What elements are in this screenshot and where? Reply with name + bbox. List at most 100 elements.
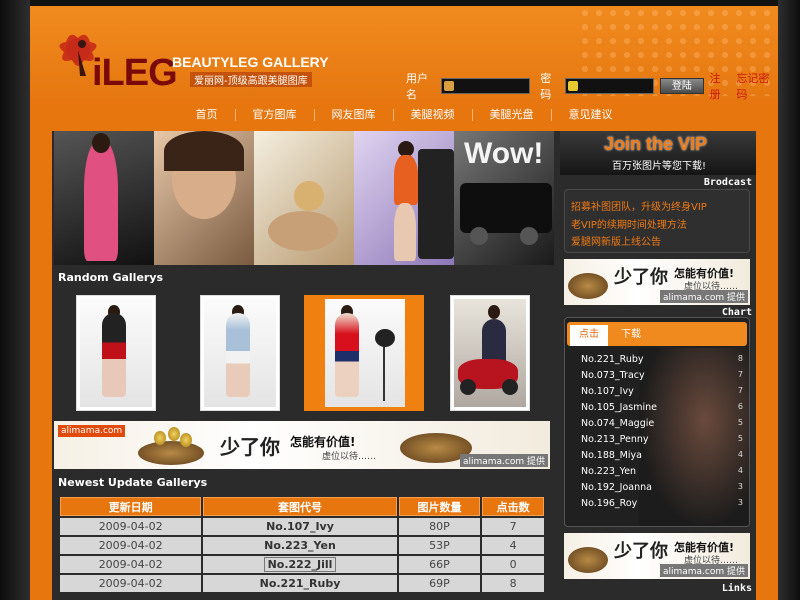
ranking-name[interactable]: No.105_Jasmine bbox=[581, 402, 657, 413]
gallery-code-link[interactable]: No.222_Jill bbox=[263, 557, 337, 572]
ranking-name[interactable]: No.073_Tracy bbox=[581, 370, 645, 381]
newest-galleries-title: Newest Update Gallerys bbox=[58, 476, 208, 489]
ranking-row[interactable]: No.223_Yen 4 bbox=[581, 466, 743, 477]
ranking-row[interactable]: No.188_Miya 4 bbox=[581, 450, 743, 461]
table-row[interactable]: 2009-04-02 No.107_Ivy 80P 7 bbox=[60, 518, 544, 535]
tab-downloads[interactable]: 下载 bbox=[611, 324, 651, 346]
gallery-thumbnail[interactable] bbox=[76, 295, 156, 411]
ranking-name[interactable]: No.221_Ruby bbox=[581, 354, 644, 365]
tab-clicks[interactable]: 点击 bbox=[569, 324, 609, 346]
banner-photo bbox=[254, 131, 354, 265]
table-row[interactable]: 2009-04-02 No.223_Yen 53P 4 bbox=[60, 537, 544, 554]
ranking-value: 6 bbox=[737, 402, 743, 411]
ranking-row[interactable]: No.221_Ruby 8 bbox=[581, 354, 743, 365]
login-button[interactable]: 登陆 bbox=[660, 78, 704, 94]
site-title: BEAUTYLEG GALLERY bbox=[172, 54, 329, 70]
login-form: 用户名 密码 登陆 注册 忘记密码 bbox=[406, 72, 778, 101]
newest-galleries-table: 更新日期 套图代号 图片数量 点击数 2009-04-02 No.107_Ivy… bbox=[58, 495, 546, 594]
nav-discs[interactable]: 美腿光盘 bbox=[473, 109, 552, 121]
ranking-value: 3 bbox=[737, 482, 743, 491]
ad-provider: alimama.com 提供 bbox=[459, 454, 548, 467]
ranking-row[interactable]: No.196_Roy 3 bbox=[581, 498, 743, 509]
column-header: 图片数量 bbox=[398, 497, 481, 516]
header: iLEG BEAUTYLEG GALLERY 爱丽网-顶级高跟美腿图库 用户名 … bbox=[30, 6, 778, 101]
username-label: 用户名 bbox=[406, 72, 428, 101]
broadcast-item[interactable]: 爱腿网新版上线公告 bbox=[571, 233, 661, 248]
cell-photo-count: 66P bbox=[398, 556, 481, 573]
ranking-value: 8 bbox=[737, 354, 743, 363]
broadcast-item[interactable]: 招募补图团队，升级为终身VIP bbox=[571, 198, 707, 213]
key-icon bbox=[568, 81, 579, 91]
cell-gallery-code[interactable]: No.107_Ivy bbox=[203, 518, 397, 535]
register-link[interactable]: 注册 bbox=[710, 70, 731, 102]
cell-gallery-code[interactable]: No.223_Yen bbox=[203, 537, 397, 554]
password-input[interactable] bbox=[565, 78, 655, 94]
gallery-thumbnail-selected[interactable] bbox=[304, 295, 424, 411]
cell-clicks: 7 bbox=[482, 518, 544, 535]
user-icon bbox=[444, 81, 455, 91]
gallery-thumbnail[interactable] bbox=[200, 295, 280, 411]
username-input[interactable] bbox=[441, 78, 531, 94]
column-header: 更新日期 bbox=[60, 497, 202, 516]
page-left-margin bbox=[0, 0, 30, 600]
main-nav: 首页 官方图库 网友图库 美腿视频 美腿光盘 意见建议 bbox=[30, 101, 778, 129]
ranking-row[interactable]: No.107_Ivy 7 bbox=[581, 386, 743, 397]
cell-clicks: 8 bbox=[482, 575, 544, 592]
ranking-name[interactable]: No.107_Ivy bbox=[581, 386, 634, 397]
ranking-name[interactable]: No.188_Miya bbox=[581, 450, 642, 461]
ranking-row[interactable]: No.073_Tracy 7 bbox=[581, 370, 743, 381]
content-area: Wow! Random Gallerys alimama.com 少了你 怎能有… bbox=[52, 131, 756, 600]
cell-date: 2009-04-02 bbox=[60, 556, 202, 573]
table-row[interactable]: 2009-04-02 No.222_Jill 66P 0 bbox=[60, 556, 544, 573]
join-vip-banner[interactable]: Join the VIP 百万张图片等您下载! bbox=[560, 131, 756, 175]
sidebar-ad[interactable]: 少了你 怎能有价值! 虚位以待…… alimama.com 提供 bbox=[564, 259, 750, 305]
vip-subtitle: 百万张图片等您下载! bbox=[612, 161, 707, 172]
site-slogan: 爱丽网-顶级高跟美腿图库 bbox=[190, 72, 312, 87]
cell-gallery-code[interactable]: No.221_Ruby bbox=[203, 575, 397, 592]
page-right-margin bbox=[778, 0, 800, 600]
ranking-row[interactable]: No.105_Jasmine 6 bbox=[581, 402, 743, 413]
page: iLEG BEAUTYLEG GALLERY 爱丽网-顶级高跟美腿图库 用户名 … bbox=[30, 6, 778, 600]
ad-provider: alimama.com 提供 bbox=[659, 564, 748, 577]
nav-feedback[interactable]: 意见建议 bbox=[552, 109, 630, 121]
nav-videos[interactable]: 美腿视频 bbox=[394, 109, 473, 121]
nav-home[interactable]: 首页 bbox=[179, 109, 236, 121]
cell-gallery-code[interactable]: No.222_Jill bbox=[203, 556, 397, 573]
ranking-value: 5 bbox=[737, 418, 743, 427]
ad-subline: 怎能有价值! bbox=[290, 435, 356, 449]
nav-official-gallery[interactable]: 官方图库 bbox=[236, 109, 315, 121]
banner-photo bbox=[54, 131, 154, 265]
ranking-value: 7 bbox=[737, 370, 743, 379]
ranking-name[interactable]: No.223_Yen bbox=[581, 466, 636, 477]
sidebar: Join the VIP 百万张图片等您下载! Brodcast 招募补图团队，… bbox=[560, 131, 756, 600]
alimama-banner-ad[interactable]: alimama.com 少了你 怎能有价值! 虚位以待…… alimama.co… bbox=[54, 421, 550, 469]
ranking-row[interactable]: No.213_Penny 5 bbox=[581, 434, 743, 445]
photo-banner[interactable]: Wow! bbox=[54, 131, 554, 265]
ranking-row[interactable]: No.192_Joanna 3 bbox=[581, 482, 743, 493]
random-galleries-title: Random Gallerys bbox=[58, 271, 164, 284]
ranking-name[interactable]: No.192_Joanna bbox=[581, 482, 652, 493]
logo-text: iLEG bbox=[92, 52, 178, 94]
column-header: 点击数 bbox=[482, 497, 544, 516]
table-row[interactable]: 2009-04-02 No.221_Ruby 69P 8 bbox=[60, 575, 544, 592]
gallery-thumbnail[interactable] bbox=[450, 295, 530, 411]
forgot-password-link[interactable]: 忘记密码 bbox=[736, 70, 778, 102]
broadcast-item[interactable]: 老VIP的续期时间处理方法 bbox=[571, 216, 687, 231]
ranking-name[interactable]: No.074_Maggie bbox=[581, 418, 654, 429]
vip-title: Join the VIP bbox=[604, 134, 708, 154]
broadcast-box: 招募补图团队，升级为终身VIP 老VIP的续期时间处理方法 爱腿网新版上线公告 bbox=[564, 189, 750, 253]
ranking-tabs: 点击 下载 bbox=[567, 322, 747, 346]
table-header-row: 更新日期 套图代号 图片数量 点击数 bbox=[60, 497, 544, 516]
ranking-chart: 点击 下载 No.221_Ruby 8 No.073_Tracy 7 No.107_… bbox=[564, 317, 750, 527]
column-header: 套图代号 bbox=[203, 497, 397, 516]
ranking-name[interactable]: No.196_Roy bbox=[581, 498, 637, 509]
ad-headline: 少了你 bbox=[614, 267, 668, 288]
thumbnail-photo bbox=[204, 299, 276, 407]
ranking-value: 4 bbox=[737, 450, 743, 459]
sidebar-ad[interactable]: 少了你 怎能有价值! 虚位以待…… alimama.com 提供 bbox=[564, 533, 750, 579]
thumbnail-photo bbox=[325, 299, 405, 407]
ranking-name[interactable]: No.213_Penny bbox=[581, 434, 649, 445]
ranking-row[interactable]: No.074_Maggie 5 bbox=[581, 418, 743, 429]
nav-user-gallery[interactable]: 网友图库 bbox=[315, 109, 394, 121]
banner-photo: Wow! bbox=[454, 131, 554, 265]
